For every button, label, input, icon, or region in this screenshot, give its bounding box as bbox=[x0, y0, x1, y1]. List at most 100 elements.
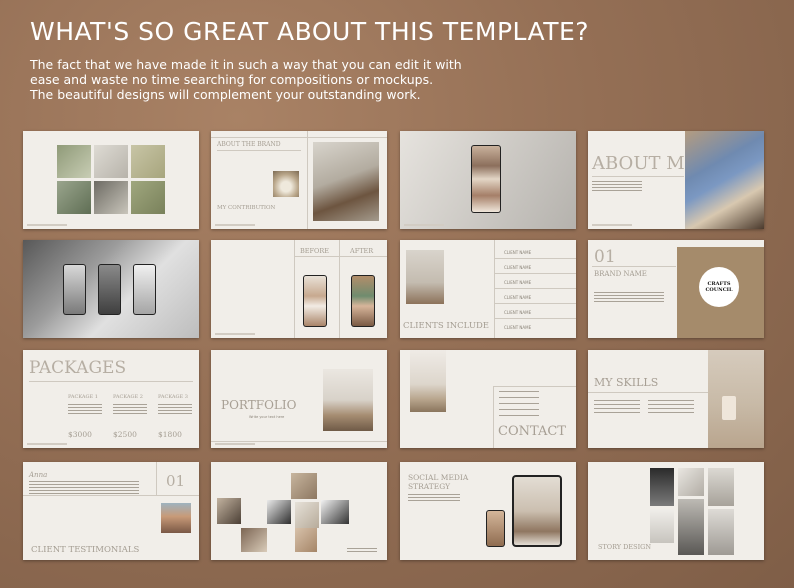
slide-title-line: STRATEGY bbox=[408, 482, 451, 491]
photo bbox=[94, 145, 128, 178]
divider bbox=[23, 495, 199, 496]
slide-about-me[interactable]: ABOUT ME bbox=[588, 131, 764, 229]
slide-packages[interactable]: PACKAGES PACKAGE 1 PACKAGE 2 PACKAGE 3 $… bbox=[23, 350, 199, 448]
phone-mockup bbox=[303, 275, 327, 327]
photo bbox=[267, 500, 291, 524]
client-name: CLIENT NAME bbox=[504, 250, 532, 255]
slide-title: CLIENTS INCLUDE bbox=[403, 321, 490, 331]
slide-footer bbox=[27, 224, 67, 226]
photo bbox=[313, 142, 379, 221]
testimonial-number: 01 bbox=[166, 472, 186, 490]
page-headline: WHAT'S SO GREAT ABOUT THIS TEMPLATE? bbox=[30, 17, 590, 46]
slide-footer bbox=[27, 443, 67, 445]
slide-subheading: MY CONTRIBUTION bbox=[217, 205, 276, 211]
slide-about-brand[interactable]: ABOUT THE BRAND MY CONTRIBUTION bbox=[211, 131, 387, 229]
photo bbox=[321, 500, 349, 524]
phone-mockup bbox=[471, 145, 501, 213]
divider bbox=[294, 240, 295, 338]
after-label: AFTER bbox=[350, 247, 374, 255]
photo bbox=[131, 181, 165, 214]
divider bbox=[211, 441, 387, 442]
slide-title: STORY DESIGN bbox=[598, 543, 652, 551]
slide-title: MY SKILLS bbox=[594, 376, 659, 389]
divider bbox=[494, 288, 576, 289]
photo bbox=[406, 250, 444, 304]
divider bbox=[493, 386, 576, 387]
divider bbox=[156, 462, 157, 495]
package-price: $2500 bbox=[113, 430, 137, 439]
divider bbox=[339, 240, 340, 338]
before-label: BEFORE bbox=[300, 247, 329, 255]
photo bbox=[650, 509, 674, 543]
client-name: CLIENT NAME bbox=[504, 265, 532, 270]
photo bbox=[57, 181, 91, 214]
slide-title: PACKAGES bbox=[29, 358, 127, 378]
slide-collage[interactable] bbox=[211, 462, 387, 560]
photo bbox=[323, 369, 373, 431]
slide-skills[interactable]: MY SKILLS bbox=[588, 350, 764, 448]
photo bbox=[94, 181, 128, 214]
slide-footer bbox=[215, 333, 255, 335]
slide-clients[interactable]: CLIENTS INCLUDE CLIENT NAME CLIENT NAME … bbox=[400, 240, 576, 338]
text-block bbox=[592, 181, 642, 193]
divider bbox=[211, 137, 387, 138]
slide-footer bbox=[215, 224, 255, 226]
description-line: The beautiful designs will complement yo… bbox=[30, 87, 421, 102]
package-name: PACKAGE 2 bbox=[113, 394, 143, 400]
slide-contact[interactable]: CONTACT bbox=[400, 350, 576, 448]
photo bbox=[685, 131, 764, 229]
divider bbox=[592, 176, 684, 177]
slide-phone-mockup[interactable] bbox=[400, 131, 576, 229]
divider bbox=[493, 386, 494, 448]
photo bbox=[217, 498, 241, 524]
divider bbox=[307, 131, 308, 229]
slide-brand[interactable]: 01 BRAND NAME CRAFTS COUNCIL bbox=[588, 240, 764, 338]
photo bbox=[295, 502, 319, 528]
text-block bbox=[594, 400, 640, 416]
phone-mockup bbox=[351, 275, 375, 327]
divider bbox=[494, 303, 576, 304]
divider bbox=[294, 256, 387, 257]
description-line: The fact that we have made it in such a … bbox=[30, 57, 462, 72]
slide-moodboard[interactable] bbox=[23, 131, 199, 229]
slide-hand-phones[interactable] bbox=[23, 240, 199, 338]
page-description: The fact that we have made it in such a … bbox=[30, 57, 500, 102]
text-block bbox=[158, 404, 192, 416]
phone-mockup bbox=[98, 264, 121, 315]
text-block bbox=[594, 292, 664, 302]
phone-mockup bbox=[133, 264, 156, 315]
photo bbox=[678, 468, 704, 496]
slide-social-media[interactable]: SOCIAL MEDIA STRATEGY bbox=[400, 462, 576, 560]
text-block bbox=[648, 400, 694, 416]
photo bbox=[57, 145, 91, 178]
photo bbox=[678, 499, 704, 555]
brand-name: BRAND NAME bbox=[594, 270, 647, 278]
slide-testimonials[interactable]: Anna 01 CLIENT TESTIMONIALS bbox=[23, 462, 199, 560]
text-block bbox=[113, 404, 147, 416]
divider bbox=[592, 266, 676, 267]
slide-heading: ABOUT THE BRAND bbox=[217, 141, 281, 148]
slide-title: CONTACT bbox=[498, 424, 566, 439]
brand-logo: CRAFTS COUNCIL bbox=[699, 267, 739, 307]
photo bbox=[295, 528, 317, 552]
divider bbox=[588, 392, 708, 393]
slide-title: CLIENT TESTIMONIALS bbox=[31, 545, 140, 555]
divider bbox=[494, 240, 495, 338]
photo bbox=[161, 503, 191, 533]
text-block bbox=[408, 494, 460, 503]
slide-story-design[interactable]: STORY DESIGN bbox=[588, 462, 764, 560]
client-name: CLIENT NAME bbox=[504, 280, 532, 285]
brand-logo-text: CRAFTS COUNCIL bbox=[705, 281, 733, 293]
slide-footer bbox=[404, 224, 444, 226]
slide-before-after[interactable]: BEFORE AFTER bbox=[211, 240, 387, 338]
phone-mockup bbox=[486, 510, 505, 547]
photo bbox=[291, 473, 317, 499]
client-name: Anna bbox=[29, 471, 48, 479]
photo bbox=[708, 509, 734, 555]
package-price: $1800 bbox=[158, 430, 182, 439]
text-block bbox=[347, 548, 377, 552]
client-name: CLIENT NAME bbox=[504, 310, 532, 315]
slide-portfolio[interactable]: PORTFOLIO Write your text here bbox=[211, 350, 387, 448]
slide-footer bbox=[592, 224, 632, 226]
slide-footer bbox=[215, 443, 255, 445]
